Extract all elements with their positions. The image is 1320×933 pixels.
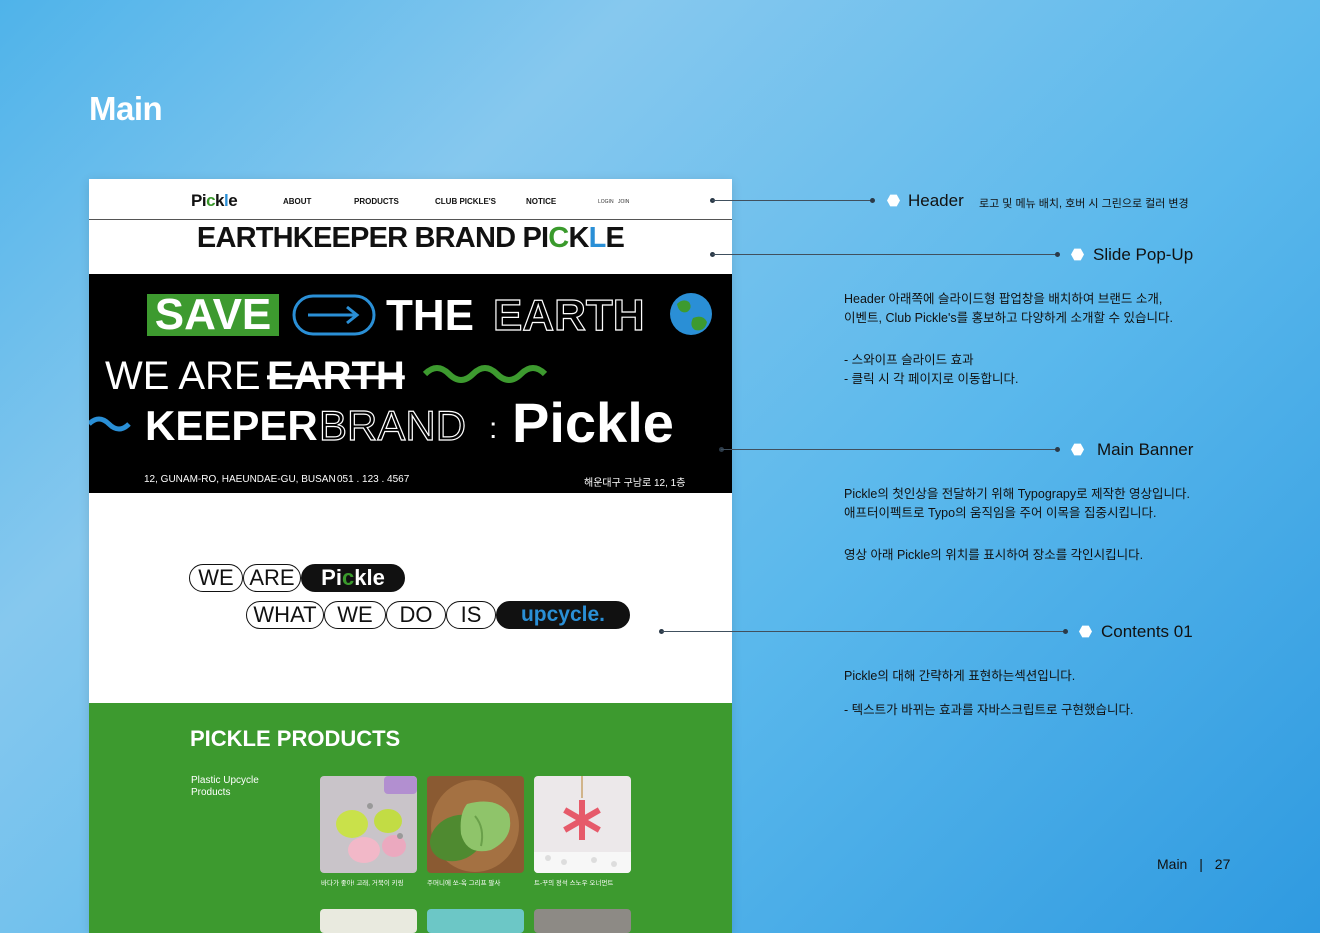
connector-line — [712, 254, 1057, 255]
product-card-partial[interactable] — [320, 909, 417, 933]
brand-slogan[interactable]: EARTHKEEPER BRAND PICKLE — [89, 222, 732, 255]
pickle-logo-text: Pickle — [512, 391, 674, 454]
connector-line — [721, 449, 1057, 450]
products-title: PICKLE PRODUCTS — [190, 726, 401, 751]
annotation-header-title: Header — [908, 191, 964, 210]
products-section: PICKLE PRODUCTS Plastic Upcycle Products — [89, 703, 732, 933]
annotation-contents-line: Pickle의 대해 간략하게 표현하는섹션입니다. — [844, 669, 1076, 683]
brand-outline-text: BRAND — [319, 402, 466, 449]
pill-are: ARE — [243, 564, 301, 592]
the-text: THE — [386, 291, 474, 340]
main-banner: SAVE THE EARTH WE ARE EARTH KEEPER BRAND… — [89, 274, 732, 493]
hexagon-bullet-icon — [1071, 248, 1084, 261]
banner-typography: SAVE THE EARTH WE ARE EARTH KEEPER BRAND… — [89, 290, 712, 454]
login-link[interactable]: LOGIN — [598, 199, 614, 205]
product-card-griptok[interactable] — [427, 776, 524, 873]
product-card-ornament[interactable] — [534, 776, 631, 873]
connector-dot — [870, 198, 875, 203]
connector-dot — [1055, 447, 1060, 452]
pill-what: WHAT — [246, 601, 324, 629]
nav-products[interactable]: PRODUCTS — [354, 197, 399, 206]
website-mockup: Pickle ABOUT PRODUCTS CLUB PICKLE'S NOTI… — [89, 179, 732, 933]
page-title: Main — [89, 90, 163, 127]
colon-text: : — [489, 412, 497, 445]
page-footer: Main | 27 — [1157, 856, 1230, 872]
pill-is: IS — [446, 601, 496, 629]
connector-line — [661, 631, 1065, 632]
connector-line — [712, 200, 872, 201]
nav-club-pickles[interactable]: CLUB PICKLE'S — [435, 197, 496, 206]
annotation-banner-line: 영상 아래 Pickle의 위치를 표시하여 장소를 각인시킵니다. — [844, 548, 1144, 562]
annotation-slide-title: Slide Pop-Up — [1093, 245, 1194, 264]
keeper-text: KEEPER — [145, 402, 318, 449]
join-link[interactable]: JOIN — [618, 199, 629, 205]
annotation-banner-line: Pickle의 첫인상을 전달하기 위해 Typograpy로 제작한 영상입니… — [844, 487, 1191, 501]
product-card-keyring[interactable] — [320, 776, 417, 873]
product-card-partial[interactable] — [427, 909, 524, 933]
annotation-header-desc: 로고 및 메뉴 배치, 호버 시 그린으로 컬러 변경 — [979, 198, 1189, 210]
product-card-partial[interactable] — [534, 909, 631, 933]
earth-globe-icon — [670, 293, 712, 335]
product-caption: 주머니에 쏘-옥 그리프 팔사 — [427, 880, 501, 887]
annotation-slide-line: Header 아래쪽에 슬라이드형 팝업창을 배치하여 브랜드 소개, — [844, 292, 1163, 306]
nav-notice[interactable]: NOTICE — [526, 197, 556, 206]
hexagon-bullet-icon — [1071, 443, 1084, 456]
footer-separator: | — [1199, 856, 1203, 872]
products-subtitle: Plastic Upcycle Products — [191, 775, 259, 798]
pill-pickle-logo: Pickle — [301, 564, 405, 592]
pill-do: DO — [386, 601, 446, 629]
phone: 051 . 123 . 4567 — [337, 474, 410, 485]
annotation-slide-line: - 클릭 시 각 페이지로 이동합니다. — [844, 372, 1019, 386]
blue-wave-icon — [89, 416, 131, 432]
green-wave-icon — [422, 365, 548, 383]
footer-section: Main — [1157, 856, 1188, 872]
annotation-banner-line: 애프터이펙트로 Typo의 움직임을 주어 이목을 집중시킵니다. — [844, 506, 1157, 520]
annotation-banner-title: Main Banner — [1097, 440, 1194, 459]
connector-dot — [1063, 629, 1068, 634]
site-header: Pickle ABOUT PRODUCTS CLUB PICKLE'S NOTI… — [89, 179, 732, 220]
pill-we: WE — [189, 564, 243, 592]
pill-we-2: WE — [324, 601, 386, 629]
address-korean: 해운대구 구남로 12, 1층 — [584, 478, 686, 489]
connector-dot — [1055, 252, 1060, 257]
pill-upcycle: upcycle. — [496, 601, 630, 629]
annotation-contents-line: - 텍스트가 바뀌는 효과를 자바스크립트로 구현했습니다. — [844, 703, 1134, 717]
annotation-contents-title: Contents 01 — [1101, 622, 1193, 641]
hexagon-bullet-icon — [1079, 625, 1092, 638]
product-caption: 바다가 좋아! 고래, 거북이 키링 — [321, 880, 404, 887]
we-are-text: WE ARE — [105, 354, 261, 398]
product-caption: 트-꾸의 정석 스노우 오너먼트 — [534, 880, 614, 887]
earth-outline-text: EARTH — [493, 291, 645, 340]
page-number: 27 — [1214, 856, 1231, 872]
address: 12, GUNAM-RO, HAEUNDAE-GU, BUSAN — [144, 474, 336, 485]
nav-about[interactable]: ABOUT — [283, 197, 311, 206]
hexagon-bullet-icon — [887, 194, 900, 207]
annotation-slide-line: 이벤트, Club Pickle's를 홍보하고 다양하게 소개할 수 있습니다… — [844, 311, 1173, 325]
annotation-slide-line: - 스와이프 슬라이드 효과 — [844, 353, 974, 367]
contents-01: WE ARE Pickle WHAT WE DO IS upcycle. — [89, 493, 732, 703]
save-text: SAVE — [155, 290, 272, 339]
earth-strike-text: EARTH — [267, 354, 405, 398]
site-logo[interactable]: Pickle — [191, 191, 238, 211]
arrow-icon — [292, 294, 376, 336]
